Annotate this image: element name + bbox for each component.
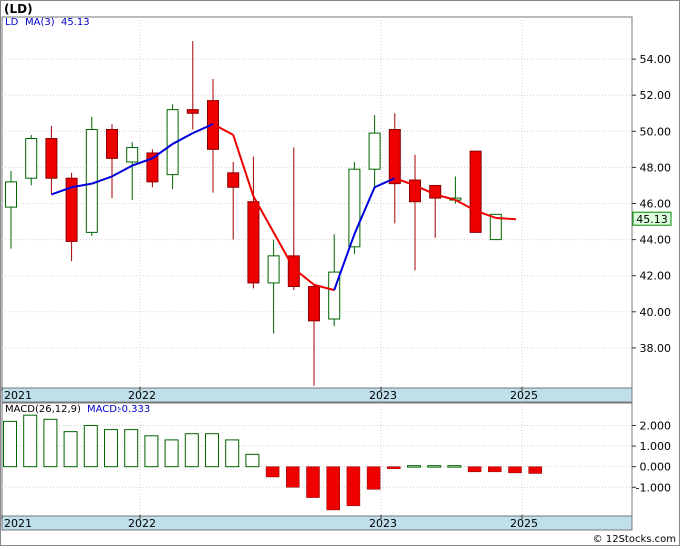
macd-bar [508, 466, 522, 474]
macd-bar [205, 433, 219, 468]
candle-body [25, 138, 38, 179]
macd-bar [63, 431, 78, 468]
last-price-value: 45.13 [636, 213, 668, 226]
x-tick-label: 2021 [4, 517, 32, 530]
candle-body [368, 132, 381, 170]
price-y-tick-label: 52.00 [640, 89, 672, 102]
price-y-tick-label: 40.00 [640, 306, 672, 319]
ma-segment [495, 216, 517, 221]
legend-symbol: LD [5, 17, 19, 28]
legend-ma-value: 45.13 [61, 17, 90, 28]
candle-body [388, 128, 401, 185]
last-price-badge: 45.13 [632, 211, 672, 226]
macd-bar [225, 439, 240, 468]
macd-bar [306, 466, 320, 498]
x-tick-label: 2022 [128, 389, 156, 402]
candle-body [85, 128, 98, 233]
x-tick-label: 2021 [4, 389, 32, 402]
price-y-tick-label: 44.00 [640, 234, 672, 247]
candle-body [186, 109, 199, 114]
candle-body [469, 150, 482, 233]
candle-body [267, 255, 280, 284]
macd-bar [346, 466, 361, 507]
macd-bar [83, 424, 98, 468]
macd-y-tick-label: 2.000 [640, 419, 672, 432]
candle-body [308, 286, 320, 322]
macd-bar [104, 429, 118, 468]
watermark: © 12Stocks.com [593, 534, 676, 545]
price-y-tick-label: 42.00 [640, 270, 672, 283]
stock-chart-svg: (LD) 54.00 52.00 50.00 48.00 46.00 44.00 42.00… [0, 0, 680, 546]
candle-body [247, 201, 260, 284]
macd-bar [488, 466, 502, 473]
macd-legend-value: -0.333 [118, 404, 150, 415]
price-panel: 54.00 52.00 50.00 48.00 46.00 44.00 42.00 40.00… [1, 16, 672, 389]
macd-bar [245, 453, 260, 468]
macd-legend-label: MACD(26,12,9) [5, 404, 81, 415]
macd-bar [23, 414, 38, 468]
ticker-label: (LD) [4, 2, 33, 16]
macd-y-tick-label: -1.000 [636, 481, 671, 494]
macd-y-tick-label: 0.000 [640, 461, 672, 474]
macd-bar [447, 465, 462, 468]
x-tick-label: 2023 [369, 389, 397, 402]
macd-bar [43, 418, 58, 468]
price-y-tick-label: 38.00 [640, 342, 672, 355]
candle-body [45, 138, 58, 179]
candle-body [5, 181, 17, 208]
price-x-axis: 2021 2022 2023 2025 [1, 387, 633, 403]
x-tick-label: 2025 [510, 389, 538, 402]
x-tick-label: 2025 [510, 517, 538, 530]
candle-body [227, 172, 240, 188]
macd-panel: 2.000 1.000 0.000 -1.000 MACD(26,12,9) MACD… [1, 402, 672, 517]
macd-bar [265, 466, 280, 478]
macd-bar [3, 420, 17, 468]
macd-x-axis: 2021 2022 2023 2025 [1, 515, 633, 531]
candle-body [126, 147, 139, 163]
macd-bar [326, 466, 340, 511]
candle-body [106, 128, 118, 159]
price-y-tick-label: 46.00 [640, 198, 672, 211]
x-tick-label: 2023 [369, 517, 397, 530]
macd-bar [124, 429, 139, 468]
chart-container: (LD) 54.00 52.00 50.00 48.00 46.00 44.00 42.00… [0, 0, 680, 546]
price-y-tick-label: 50.00 [640, 125, 672, 138]
macd-bar [528, 466, 542, 474]
macd-bar [467, 466, 482, 473]
legend-ma-label: MA(3) [25, 17, 55, 28]
macd-bar [164, 439, 179, 468]
price-y-tick-label: 48.00 [640, 161, 672, 174]
macd-bar [144, 435, 159, 468]
macd-bar [407, 465, 421, 468]
x-tick-label: 2022 [128, 517, 156, 530]
macd-bar [366, 466, 381, 490]
macd-bar [184, 433, 199, 468]
macd-y-tick-label: 1.000 [640, 440, 672, 453]
macd-bar [286, 466, 300, 488]
macd-bar [387, 466, 401, 469]
macd-legend-value-label: MACD: [87, 404, 120, 415]
price-y-tick-label: 54.00 [640, 53, 672, 66]
macd-bar [427, 465, 442, 468]
